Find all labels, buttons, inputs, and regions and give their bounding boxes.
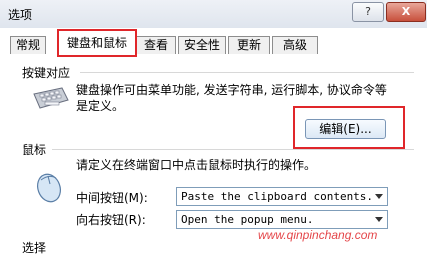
title-bar: 选项 ? X <box>0 0 427 28</box>
tab-keyboard-mouse[interactable]: 键盘和鼠标 <box>57 29 137 57</box>
watermark: www.qinpinchang.com <box>258 228 378 242</box>
chevron-down-icon <box>375 194 383 199</box>
edit-button[interactable]: 编辑(E)... <box>305 119 386 139</box>
tab-general[interactable]: 常规 <box>10 36 46 54</box>
tab-view[interactable]: 查看 <box>136 36 176 54</box>
tab-advanced[interactable]: 高级 <box>272 36 318 54</box>
chevron-down-icon <box>375 217 383 222</box>
middle-button-select[interactable]: Paste the clipboard contents. <box>176 187 388 206</box>
keyboard-section-divider <box>80 72 414 73</box>
keyboard-description: 键盘操作可由菜单功能, 发送字符串, 运行脚本, 协议命令等是定义。 <box>76 83 387 113</box>
right-button-label: 向右按钮(R): <box>76 213 146 227</box>
middle-button-label: 中间按钮(M): <box>76 191 148 205</box>
mouse-icon <box>37 173 61 203</box>
mouse-description: 请定义在终端窗口中点击鼠标时执行的操作。 <box>76 158 317 172</box>
close-button[interactable]: X <box>386 2 426 22</box>
middle-button-value: Paste the clipboard contents. <box>181 190 374 203</box>
selection-section-heading: 选择 <box>22 241 47 255</box>
keyboard-section-heading: 按键对应 <box>22 66 71 80</box>
right-button-value: Open the popup menu. <box>181 213 314 226</box>
mouse-section-divider <box>52 149 414 150</box>
help-button[interactable]: ? <box>352 2 384 22</box>
window-title: 选项 <box>8 8 33 22</box>
tab-update[interactable]: 更新 <box>228 36 270 54</box>
right-button-select[interactable]: Open the popup menu. <box>176 210 388 229</box>
tab-security[interactable]: 安全性 <box>178 36 226 54</box>
mouse-section-heading: 鼠标 <box>22 143 47 157</box>
keyboard-icon <box>33 87 69 109</box>
tab-strip: 常规 键盘和鼠标 查看 安全性 更新 高级 <box>0 28 427 57</box>
